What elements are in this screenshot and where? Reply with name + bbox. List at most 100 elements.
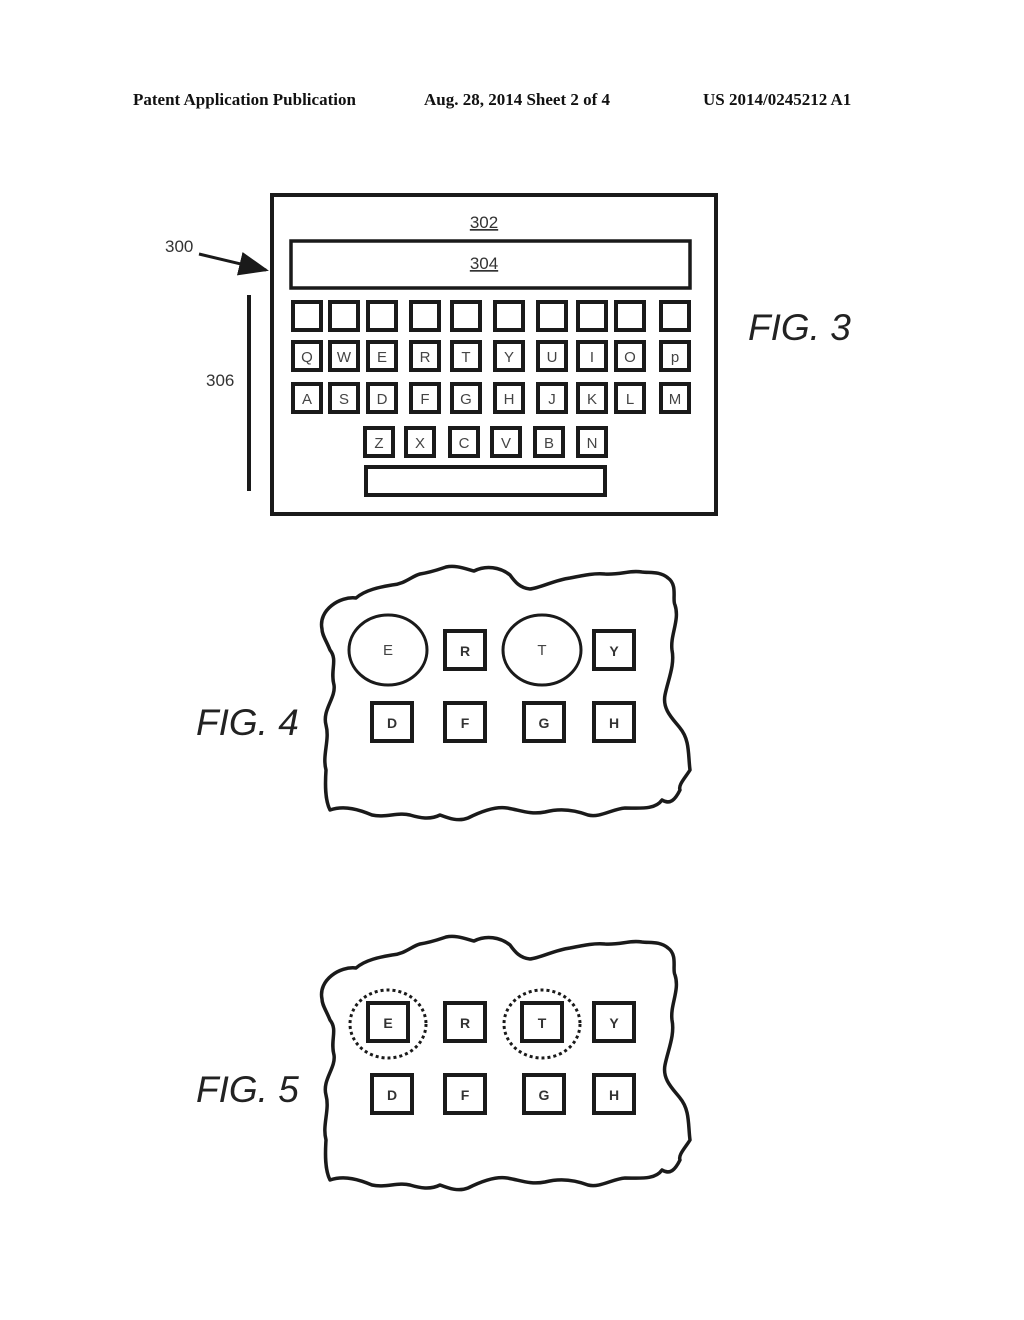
key-O: O — [614, 340, 646, 372]
ref-300: 300 — [165, 237, 193, 256]
key-M: M — [659, 382, 691, 414]
key-D: D — [370, 1073, 414, 1115]
key-Z: Z — [363, 426, 395, 458]
key-label: O — [624, 349, 636, 366]
key-F: F — [443, 701, 487, 743]
key-label: H — [609, 715, 619, 731]
key-Y: Y — [592, 629, 636, 671]
key-label: Y — [609, 1015, 619, 1031]
key-outline — [536, 300, 568, 332]
key-label: M — [669, 391, 682, 408]
key-outline — [450, 300, 482, 332]
key-outline — [366, 300, 398, 332]
key-label: T — [537, 642, 546, 659]
fig4: E R T Y D F G H FIG. 4 — [196, 564, 692, 822]
key-K: K — [576, 382, 608, 414]
key-blank — [536, 300, 568, 332]
key-label: X — [415, 435, 425, 452]
key-J: J — [536, 382, 568, 414]
space-bar — [364, 465, 607, 497]
key-label: E — [383, 642, 393, 659]
ref-304: 304 — [470, 254, 498, 273]
key-outline — [328, 300, 360, 332]
key-R: R — [443, 1001, 487, 1043]
key-W: W — [328, 340, 360, 372]
key-label: W — [337, 349, 352, 366]
key-label: R — [420, 349, 431, 366]
key-blank — [576, 300, 608, 332]
fig4-title: FIG. 4 — [196, 702, 299, 743]
fig5-title: FIG. 5 — [196, 1069, 299, 1110]
key-label: E — [377, 349, 387, 366]
key-outline — [409, 300, 441, 332]
key-label: A — [302, 391, 312, 408]
key-blank — [291, 300, 323, 332]
key-C: C — [448, 426, 480, 458]
ref-302: 302 — [470, 213, 498, 232]
fig5: E R T Y D F G H FIG. 5 — [196, 934, 692, 1192]
key-label: D — [387, 1087, 397, 1103]
key-label: B — [544, 435, 554, 452]
fig3-title: FIG. 3 — [748, 307, 851, 348]
key-label: F — [420, 391, 429, 408]
key-label: U — [547, 349, 558, 366]
key-label: I — [590, 349, 594, 366]
key-label: E — [383, 1015, 392, 1031]
key-G: G — [522, 701, 566, 743]
key-label: Y — [609, 643, 619, 659]
key-label: T — [461, 349, 470, 366]
key-Y: Y — [592, 1001, 636, 1043]
key-label: Z — [374, 435, 383, 452]
key-R: R — [443, 629, 487, 671]
key-label: R — [460, 1015, 470, 1031]
key-label: L — [626, 391, 634, 408]
key-label: V — [501, 435, 511, 452]
key-blank — [450, 300, 482, 332]
key-label: D — [387, 715, 397, 731]
key-blank — [493, 300, 525, 332]
key-F: F — [409, 382, 441, 414]
key-label: Q — [301, 349, 313, 366]
arrow-300 — [198, 252, 269, 276]
key-label: p — [671, 349, 679, 366]
key-I: I — [576, 340, 608, 372]
key-outline — [659, 300, 691, 332]
key-label: G — [460, 391, 472, 408]
key-U: U — [536, 340, 568, 372]
key-X: X — [404, 426, 436, 458]
key-E: E — [347, 613, 429, 687]
fig3: 302 304 300 306 Q W E R T Y U I Op A S D F G H J K L M Z X C V… — [165, 193, 851, 516]
key-G: G — [450, 382, 482, 414]
key-label: J — [548, 391, 556, 408]
key-V: V — [490, 426, 522, 458]
key-D: D — [366, 382, 398, 414]
drawing-sheet: 302 304 300 306 Q W E R T Y U I Op A S D F G H J K L M Z X C V… — [165, 193, 851, 1192]
key-outline — [291, 300, 323, 332]
key-outline — [493, 300, 525, 332]
key-G: G — [522, 1073, 566, 1115]
key-T: T — [501, 613, 583, 687]
key-H: H — [592, 701, 636, 743]
key-p: p — [659, 340, 691, 372]
key-label: N — [587, 435, 598, 452]
key-blank — [409, 300, 441, 332]
torn-edge-fig4 — [319, 564, 692, 822]
key-D: D — [370, 701, 414, 743]
key-label: H — [504, 391, 515, 408]
key-T: T — [450, 340, 482, 372]
key-label: H — [609, 1087, 619, 1103]
key-label: F — [461, 715, 470, 731]
key-label: Y — [504, 349, 514, 366]
key-outline — [614, 300, 646, 332]
key-R: R — [409, 340, 441, 372]
key-label: K — [587, 391, 597, 408]
key-F: F — [443, 1073, 487, 1115]
key-blank — [366, 300, 398, 332]
ref-306: 306 — [206, 371, 234, 390]
key-label: F — [461, 1087, 470, 1103]
key-label: R — [460, 643, 470, 659]
key-label: G — [539, 715, 550, 731]
key-label: G — [539, 1087, 550, 1103]
key-H: H — [493, 382, 525, 414]
key-label: T — [538, 1015, 547, 1031]
